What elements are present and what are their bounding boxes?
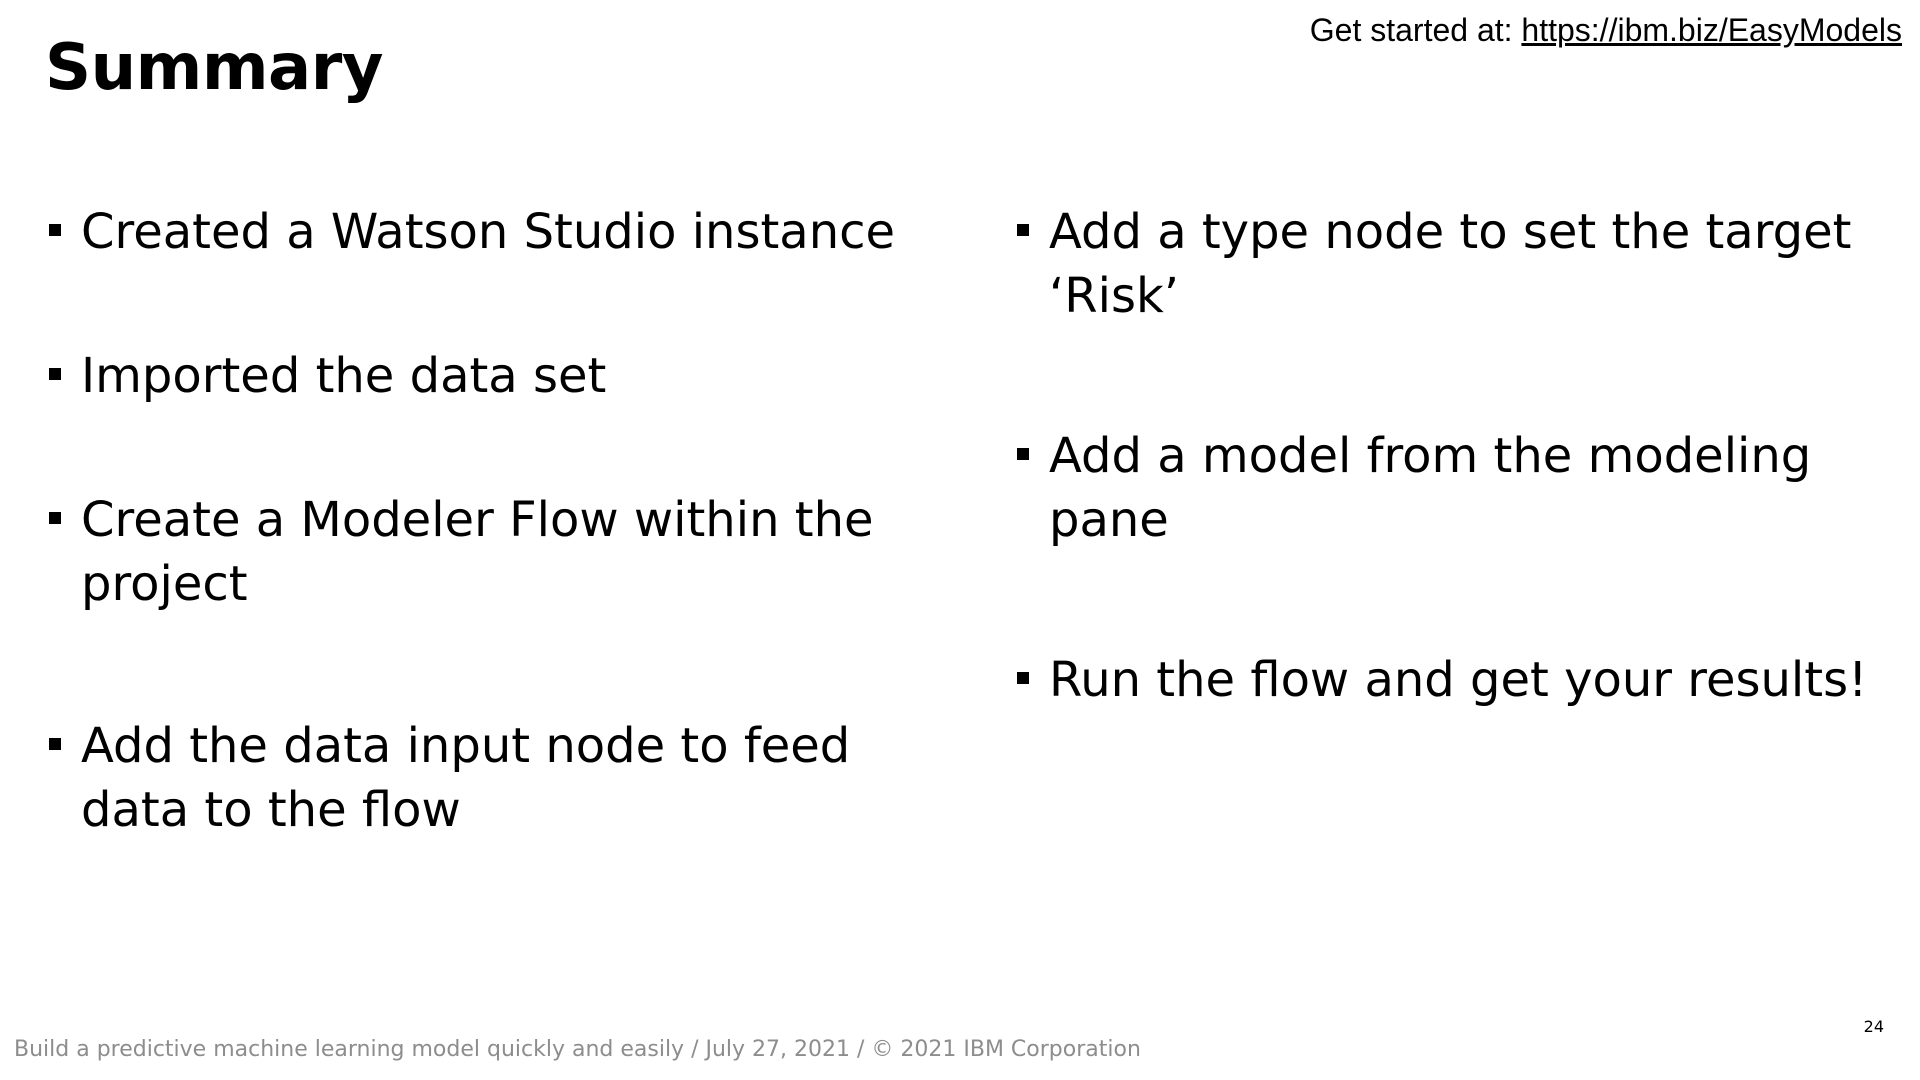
bullet-text: Create a Modeler Flow within the project xyxy=(81,492,874,612)
list-item: Imported the data set xyxy=(45,344,925,408)
bullet-text: Run the flow and get your results! xyxy=(1049,652,1868,708)
square-bullet-icon xyxy=(49,512,61,524)
square-bullet-icon xyxy=(49,368,61,380)
get-started-link[interactable]: https://ibm.biz/EasyModels xyxy=(1521,12,1902,48)
bullet-text: Add the data input node to feed data to … xyxy=(81,718,851,838)
get-started-banner: Get started at: https://ibm.biz/EasyMode… xyxy=(1310,10,1902,52)
list-item: Add the data input node to feed data to … xyxy=(45,714,925,842)
footer-text: Build a predictive machine learning mode… xyxy=(14,1037,1141,1062)
list-item: Created a Watson Studio instance xyxy=(45,200,925,264)
list-item: Add a type node to set the target ‘Risk’ xyxy=(1013,200,1908,328)
square-bullet-icon xyxy=(1017,672,1029,684)
list-item: Add a model from the modeling pane xyxy=(1013,424,1908,552)
bullet-text: Created a Watson Studio instance xyxy=(81,204,896,260)
bullet-text: Add a type node to set the target ‘Risk’ xyxy=(1049,204,1852,324)
square-bullet-icon xyxy=(49,224,61,236)
page-number: 24 xyxy=(1863,1017,1884,1036)
square-bullet-icon xyxy=(1017,448,1029,460)
bullet-text: Imported the data set xyxy=(81,348,607,404)
square-bullet-icon xyxy=(49,738,61,750)
bullet-text: Add a model from the modeling pane xyxy=(1049,428,1812,548)
list-item: Run the flow and get your results! xyxy=(1013,648,1908,712)
square-bullet-icon xyxy=(1017,224,1029,236)
list-item: Create a Modeler Flow within the project xyxy=(45,488,925,616)
right-bullet-list: Add a type node to set the target ‘Risk’… xyxy=(1013,200,1908,712)
left-bullet-list: Created a Watson Studio instance Importe… xyxy=(45,200,925,842)
get-started-label: Get started at: xyxy=(1309,12,1513,48)
slide-title: Summary xyxy=(45,31,384,105)
